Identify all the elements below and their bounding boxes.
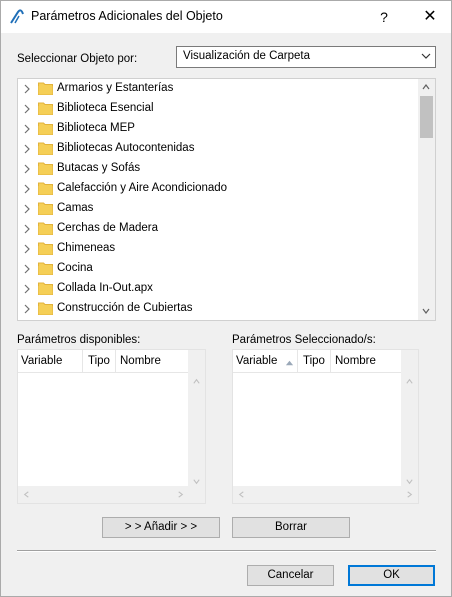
select-object-label: Seleccionar Objeto por:	[17, 53, 138, 65]
expand-chevron-icon[interactable]	[22, 164, 32, 174]
divider-highlight	[17, 551, 436, 552]
folder-tree-item[interactable]: Cocina	[18, 259, 418, 279]
folder-tree-item[interactable]: Collada In-Out.apx	[18, 279, 418, 299]
add-parameters-button[interactable]: > > Añadir > >	[102, 517, 220, 538]
selected-hscrollbar[interactable]	[233, 486, 418, 503]
folder-tree-item[interactable]: Biblioteca MEP	[18, 119, 418, 139]
expand-chevron-icon[interactable]	[22, 104, 32, 114]
folder-tree-item-label: Butacas y Sofás	[57, 162, 141, 174]
folder-tree-item-label: Biblioteca MEP	[57, 122, 135, 134]
available-params-list[interactable]: Variable Tipo Nombre	[17, 349, 206, 504]
dropdown-value: Visualización de Carpeta	[183, 50, 311, 62]
expand-chevron-icon[interactable]	[22, 204, 32, 214]
sort-ascending-icon	[285, 360, 294, 366]
folder-tree-item-label: Biblioteca Esencial	[57, 102, 154, 114]
available-hscrollbar[interactable]	[18, 486, 205, 503]
expand-chevron-icon[interactable]	[22, 284, 32, 294]
folder-tree-item[interactable]: Bibliotecas Autocontenidas	[18, 139, 418, 159]
scroll-down-icon[interactable]	[192, 477, 201, 486]
column-header-tipo[interactable]: Tipo	[88, 355, 110, 367]
folder-tree-item-label: Cocina	[57, 262, 93, 274]
expand-chevron-icon[interactable]	[22, 184, 32, 194]
expand-chevron-icon[interactable]	[22, 244, 32, 254]
folder-tree-item-label: Calefacción y Aire Acondicionado	[57, 182, 228, 194]
folder-tree-item-label: Chimeneas	[57, 242, 116, 254]
folder-icon	[38, 122, 53, 135]
scroll-up-icon[interactable]	[405, 377, 414, 386]
available-params-label: Parámetros disponibles:	[17, 334, 141, 346]
column-header-nombre[interactable]: Nombre	[335, 355, 376, 367]
folder-tree-item-label: Construcción de Cubiertas	[57, 302, 193, 314]
column-header-tipo[interactable]: Tipo	[303, 355, 325, 367]
folder-icon	[38, 182, 53, 195]
folder-icon	[38, 162, 53, 175]
close-button[interactable]: ✕	[416, 5, 444, 29]
select-object-dropdown[interactable]: Visualización de Carpeta	[176, 46, 436, 68]
available-params-header: Variable Tipo Nombre	[18, 350, 190, 373]
selected-params-label: Parámetros Seleccionado/s:	[232, 334, 376, 346]
dialog-window: Parámetros Adicionales del Objeto ? ✕ Se…	[0, 0, 452, 597]
folder-tree-item[interactable]: Cerchas de Madera	[18, 219, 418, 239]
folder-icon	[38, 262, 53, 275]
selected-params-list[interactable]: Variable Tipo Nombre	[232, 349, 419, 504]
selected-params-header: Variable Tipo Nombre	[233, 350, 405, 373]
folder-tree-item[interactable]: Construcción de Cubiertas	[18, 299, 418, 319]
folder-tree-item-label: Camas	[57, 202, 94, 214]
title-bar: Parámetros Adicionales del Objeto ? ✕	[1, 1, 451, 33]
folder-icon	[38, 82, 53, 95]
column-header-variable[interactable]: Variable	[21, 355, 62, 367]
folder-tree-item[interactable]: Camas	[18, 199, 418, 219]
folder-tree-item[interactable]: Chimeneas	[18, 239, 418, 259]
scroll-down-icon[interactable]	[421, 306, 431, 316]
ok-button[interactable]: OK	[348, 565, 435, 586]
folder-icon	[38, 302, 53, 315]
expand-chevron-icon[interactable]	[22, 304, 32, 314]
expand-chevron-icon[interactable]	[22, 224, 32, 234]
folder-icon	[38, 142, 53, 155]
expand-chevron-icon[interactable]	[22, 264, 32, 274]
scroll-left-icon[interactable]	[237, 490, 246, 499]
scroll-left-icon[interactable]	[22, 490, 31, 499]
folder-tree-item-label: Collada In-Out.apx	[57, 282, 153, 294]
window-title: Parámetros Adicionales del Objeto	[31, 9, 223, 23]
help-button[interactable]: ?	[370, 5, 398, 29]
folder-tree-item[interactable]: Armarios y Estanterías	[18, 79, 418, 99]
folder-icon	[38, 102, 53, 115]
tree-scrollbar[interactable]	[418, 79, 435, 320]
column-header-nombre[interactable]: Nombre	[120, 355, 161, 367]
app-logo-icon	[10, 9, 24, 24]
selected-vscrollbar[interactable]	[401, 350, 418, 488]
scroll-up-icon[interactable]	[421, 82, 431, 92]
folder-tree-item[interactable]: Butacas y Sofás	[18, 159, 418, 179]
available-vscrollbar[interactable]	[188, 350, 205, 488]
folder-icon	[38, 282, 53, 295]
folder-icon	[38, 222, 53, 235]
folder-icon	[38, 242, 53, 255]
folder-tree-item[interactable]: Calefacción y Aire Acondicionado	[18, 179, 418, 199]
scroll-up-icon[interactable]	[192, 377, 201, 386]
folder-tree-item[interactable]: Biblioteca Esencial	[18, 99, 418, 119]
cancel-button[interactable]: Cancelar	[247, 565, 334, 586]
scrollbar-thumb[interactable]	[420, 96, 433, 138]
column-header-variable[interactable]: Variable	[236, 355, 277, 367]
scroll-down-icon[interactable]	[405, 477, 414, 486]
scroll-right-icon[interactable]	[176, 490, 185, 499]
scroll-right-icon[interactable]	[405, 490, 414, 499]
folder-tree-item-label: Cerchas de Madera	[57, 222, 158, 234]
folder-tree-item-label: Bibliotecas Autocontenidas	[57, 142, 195, 154]
expand-chevron-icon[interactable]	[22, 144, 32, 154]
folder-tree-item-label: Armarios y Estanterías	[57, 82, 174, 94]
folder-icon	[38, 202, 53, 215]
chevron-down-icon	[421, 53, 431, 59]
expand-chevron-icon[interactable]	[22, 124, 32, 134]
folder-tree[interactable]: Armarios y Estanterías Biblioteca Esencia…	[17, 78, 436, 321]
remove-parameters-button[interactable]: Borrar	[232, 517, 350, 538]
expand-chevron-icon[interactable]	[22, 84, 32, 94]
